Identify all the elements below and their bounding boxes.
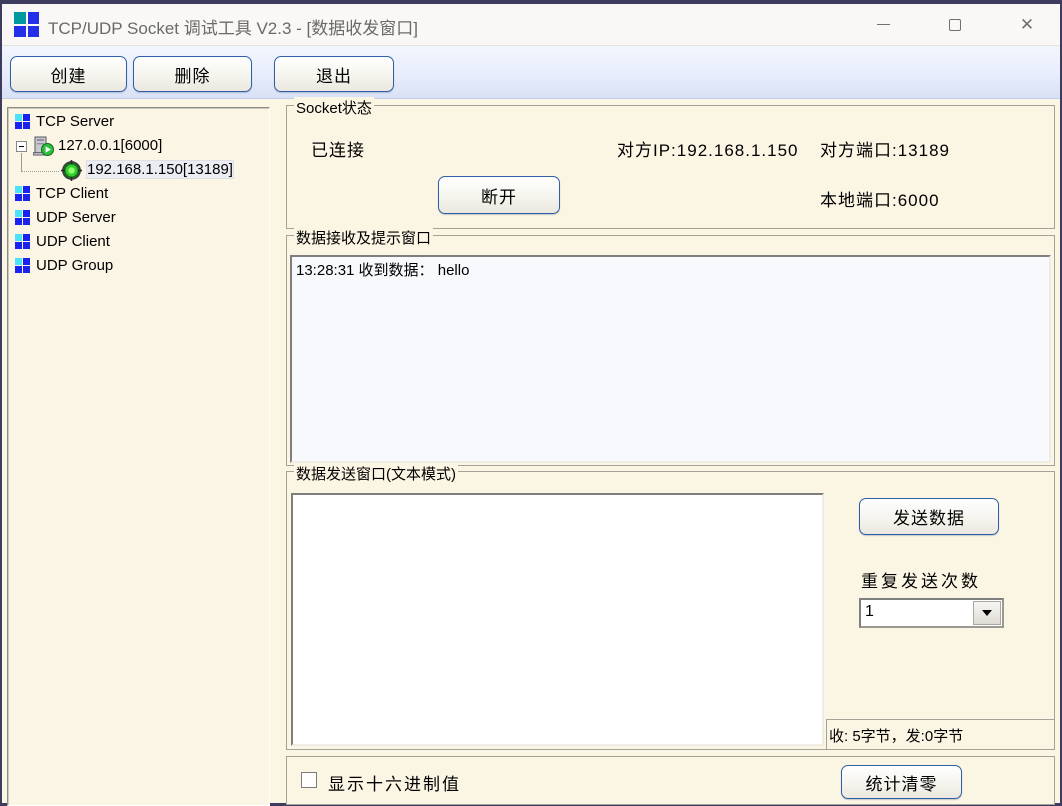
tcp-client-icon — [15, 186, 30, 201]
tree-item-tcp-client[interactable]: TCP Client — [8, 182, 269, 206]
send-data-button[interactable]: 发送数据 — [859, 498, 999, 535]
app-icon — [14, 12, 39, 37]
chevron-down-icon[interactable] — [973, 601, 1001, 625]
repeat-count-label: 重复发送次数 — [861, 567, 981, 592]
exit-button[interactable]: 退出 — [274, 56, 394, 92]
collapse-icon[interactable] — [16, 141, 27, 152]
toolbar: 创建 删除 退出 — [2, 46, 1060, 99]
send-group-title: 数据发送窗口(文本模式) — [294, 463, 458, 484]
udp-client-icon — [15, 234, 30, 249]
receive-log[interactable]: 13:28:31 收到数据： hello — [290, 255, 1051, 463]
close-button[interactable]: ✕ — [1002, 4, 1052, 45]
peer-port-text: 对方端口:13189 — [820, 136, 950, 161]
tree-item-label: TCP Server — [36, 113, 114, 130]
byte-stats-panel: 收: 5字节，发:0字节 — [826, 719, 1055, 750]
tree-item-udp-group[interactable]: UDP Group — [8, 254, 269, 278]
socket-status-group: Socket状态 已连接 对方IP:192.168.1.150 对方端口:131… — [286, 105, 1055, 229]
close-icon: ✕ — [1020, 15, 1034, 35]
minimize-icon — [877, 24, 890, 25]
tree-item-tcp-server[interactable]: TCP Server — [8, 110, 269, 134]
tree-item-udp-client[interactable]: UDP Client — [8, 230, 269, 254]
tree-item-local-server[interactable]: 127.0.0.1[6000] — [8, 134, 269, 158]
send-group: 数据发送窗口(文本模式) 发送数据 重复发送次数 1 收: 5字节，发:0字节 — [286, 471, 1055, 750]
udp-group-icon — [15, 258, 30, 273]
udp-server-icon — [15, 210, 30, 225]
socket-status-group-title: Socket状态 — [294, 97, 374, 118]
minimize-button[interactable] — [858, 4, 908, 45]
tree-item-label: UDP Server — [36, 209, 116, 226]
repeat-count-value: 1 — [865, 603, 874, 621]
tree-item-label: UDP Group — [36, 257, 113, 274]
bottom-options-panel: 显示十六进制值 统计清零 — [286, 756, 1055, 805]
app-window: TCP/UDP Socket 调试工具 V2.3 - [数据收发窗口] ✕ 创建… — [0, 0, 1062, 806]
delete-button[interactable]: 删除 — [133, 56, 252, 92]
send-input[interactable] — [291, 493, 824, 746]
hex-display-label: 显示十六进制值 — [328, 770, 461, 795]
receive-group-title: 数据接收及提示窗口 — [294, 227, 433, 248]
receive-log-line: 13:28:31 收到数据： hello — [296, 262, 469, 279]
server-host-icon — [32, 136, 54, 157]
tcp-server-icon — [15, 114, 30, 129]
repeat-count-combobox[interactable]: 1 — [859, 598, 1004, 628]
clear-stats-button[interactable]: 统计清零 — [841, 765, 962, 799]
connection-tree: TCP Server 127.0.0.1[6000] — [7, 107, 270, 806]
tree-connector — [21, 171, 59, 172]
maximize-button[interactable] — [930, 4, 980, 45]
tree-item-label: 192.168.1.150[13189] — [87, 161, 233, 178]
disconnect-button[interactable]: 断开 — [438, 176, 560, 214]
hex-display-checkbox[interactable] — [301, 772, 317, 788]
tree-item-connection[interactable]: 192.168.1.150[13189] — [8, 158, 269, 182]
local-port-text: 本地端口:6000 — [820, 186, 940, 211]
tree-item-label: UDP Client — [36, 233, 110, 250]
tree-item-label: TCP Client — [36, 185, 108, 202]
connection-status-text: 已连接 — [311, 136, 365, 161]
tree-connector — [21, 153, 22, 171]
receive-group: 数据接收及提示窗口 13:28:31 收到数据： hello — [286, 235, 1055, 466]
tree-item-label: 127.0.0.1[6000] — [58, 137, 162, 154]
title-bar: TCP/UDP Socket 调试工具 V2.3 - [数据收发窗口] ✕ — [2, 4, 1060, 46]
peer-ip-text: 对方IP:192.168.1.150 — [617, 136, 799, 161]
connection-target-icon — [61, 160, 82, 181]
maximize-icon — [949, 19, 961, 31]
window-title: TCP/UDP Socket 调试工具 V2.3 - [数据收发窗口] — [48, 14, 418, 39]
byte-stats-text: 收: 5字节，发:0字节 — [829, 728, 963, 745]
tree-item-udp-server[interactable]: UDP Server — [8, 206, 269, 230]
create-button[interactable]: 创建 — [10, 56, 127, 92]
